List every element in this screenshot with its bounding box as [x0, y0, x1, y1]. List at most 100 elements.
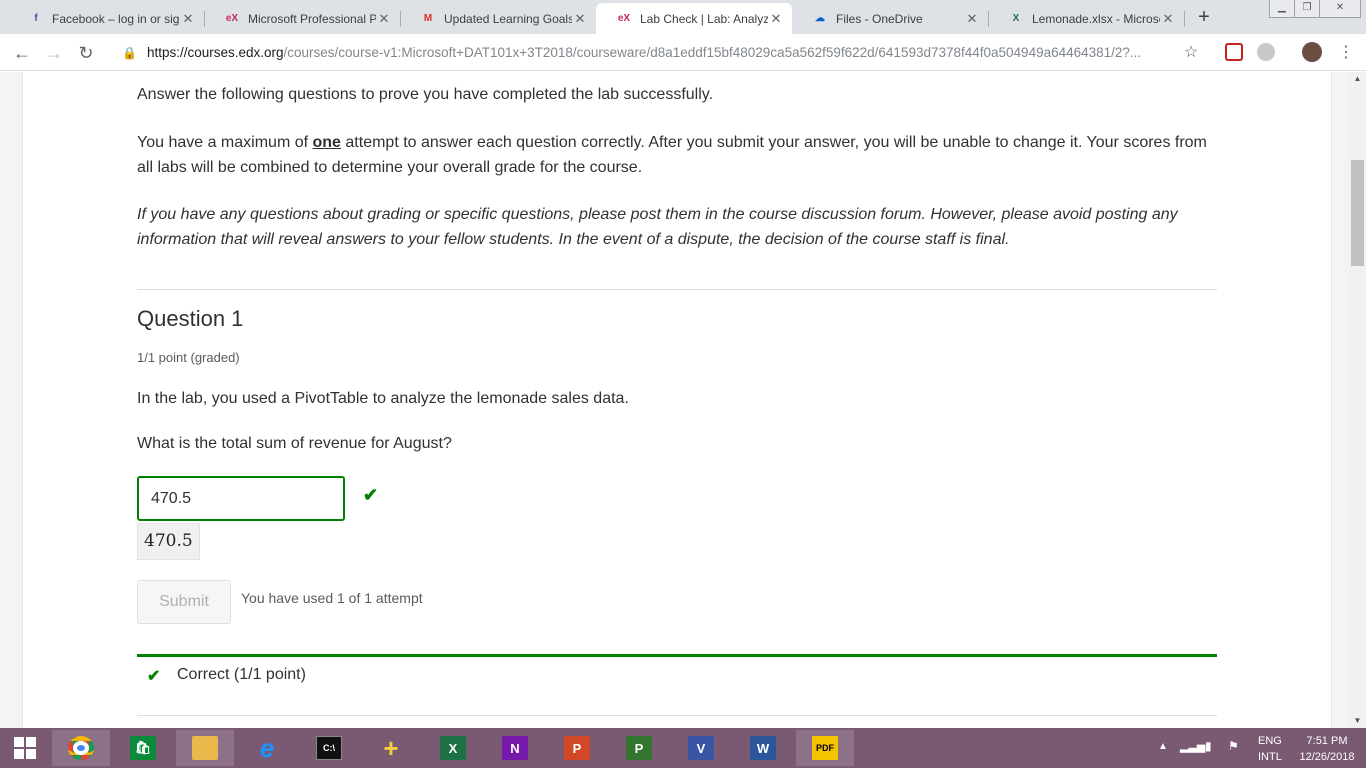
question-prompt: In the lab, you used a PivotTable to ana…: [137, 390, 629, 407]
store-icon[interactable]: 🛍: [114, 730, 172, 766]
health-app-icon[interactable]: +: [362, 730, 420, 766]
excel-icon: X: [1012, 13, 1020, 24]
submit-button[interactable]: Submit: [137, 580, 231, 624]
powerpoint-app-icon[interactable]: P: [548, 730, 606, 766]
question-points: 1/1 point (graded): [137, 350, 240, 365]
onenote-app-tile: N: [502, 736, 528, 760]
excel-app-icon[interactable]: X: [424, 730, 482, 766]
health-app-tile: +: [383, 732, 399, 763]
chrome-tile: [68, 736, 94, 760]
browser-tab[interactable]: eX Lab Check | Lab: Analyzin ✕: [596, 3, 792, 34]
pocket-extension-icon[interactable]: [1225, 43, 1243, 61]
attempts-paragraph: You have a maximum of one attempt to ans…: [137, 130, 1217, 180]
facebook-icon: f: [34, 13, 38, 24]
tab-title: Lab Check | Lab: Analyzin: [640, 11, 768, 26]
edx-icon: eX: [617, 13, 631, 24]
tab-close-icon[interactable]: ✕: [768, 11, 784, 27]
word-app-icon[interactable]: W: [734, 730, 792, 766]
tab-title: Lemonade.xlsx - Microso: [1032, 11, 1160, 26]
extension-icon[interactable]: [1257, 43, 1275, 61]
browser-tab[interactable]: eX Microsoft Professional Pr ✕: [204, 3, 401, 34]
forward-icon[interactable]: →: [42, 41, 66, 65]
question-title: Question 1: [137, 306, 244, 331]
page-scrollbar[interactable]: ▲ ▼: [1349, 72, 1366, 728]
minimize-button[interactable]: ▁: [1269, 0, 1295, 18]
tab-close-icon[interactable]: ✕: [180, 11, 196, 27]
windows-start-icon[interactable]: [0, 730, 50, 766]
tab-close-icon[interactable]: ✕: [1160, 11, 1176, 27]
tab-title: Microsoft Professional Pr: [248, 11, 376, 26]
lock-icon: 🔒: [122, 45, 137, 60]
new-tab-button[interactable]: +: [1192, 6, 1216, 28]
store-tile: 🛍: [130, 736, 156, 760]
internet-explorer-icon[interactable]: e: [238, 730, 296, 766]
attempts-used: You have used 1 of 1 attempt: [241, 590, 423, 606]
clock-time: 7:51 PM: [1306, 735, 1348, 747]
tab-close-icon[interactable]: ✕: [572, 11, 588, 27]
course-content: Answer the following questions to prove …: [22, 72, 1332, 728]
profile-avatar[interactable]: [1302, 42, 1322, 62]
section-divider: [137, 289, 1217, 290]
menu-icon[interactable]: ⋮: [1334, 41, 1358, 65]
page-viewport: Answer the following questions to prove …: [0, 72, 1366, 728]
tab-close-icon[interactable]: ✕: [964, 11, 980, 27]
tab-title: Files - OneDrive: [836, 11, 923, 26]
browser-tab[interactable]: ☁ Files - OneDrive ✕: [792, 3, 989, 34]
windows-taskbar: 🛍 e C:\ + X N P P V W PDF ▲ ▂▃▅ ▮ ⚑ ENG INTL 7:51 P…: [0, 728, 1366, 768]
scroll-down-arrow-icon[interactable]: ▼: [1349, 714, 1366, 728]
browser-tab[interactable]: M Updated Learning Goals ✕: [400, 3, 596, 34]
answer-preview: 470.5: [137, 523, 200, 560]
tab-separator: [1184, 11, 1185, 27]
correct-check-icon: ✔: [363, 485, 379, 505]
edx-icon: eX: [225, 13, 239, 24]
scroll-up-arrow-icon[interactable]: ▲: [1349, 72, 1366, 86]
command-prompt-tile: C:\: [316, 736, 342, 760]
visio-app-icon[interactable]: V: [672, 730, 730, 766]
action-flag-icon[interactable]: ⚑: [1228, 739, 1239, 779]
browser-toolbar: ← → ↻ 🔒 https://courses.edx.org/courses/…: [0, 34, 1366, 71]
browser-tab[interactable]: X Lemonade.xlsx - Microso ✕: [988, 3, 1185, 34]
onenote-app-icon[interactable]: N: [486, 730, 544, 766]
network-icon[interactable]: ▂▃▅: [1180, 740, 1205, 780]
pdf-app-tile: PDF: [812, 736, 838, 760]
address-bar[interactable]: 🔒 https://courses.edx.org/courses/course…: [110, 38, 1210, 67]
chrome-icon[interactable]: [52, 730, 110, 766]
browser-tab[interactable]: f Facebook – log in or sign ✕: [8, 3, 205, 34]
tab-close-icon[interactable]: ✕: [376, 11, 392, 27]
clock-date: 12/26/2018: [1299, 751, 1355, 763]
correct-status-bar: [137, 654, 1217, 657]
command-prompt-icon[interactable]: C:\: [300, 730, 358, 766]
url-host: https://courses.edx.org: [146, 45, 284, 60]
gmail-icon: M: [423, 13, 433, 24]
scrollbar-thumb[interactable]: [1351, 160, 1364, 266]
language-line-2: INTL: [1258, 751, 1282, 763]
language-indicator[interactable]: ENG INTL: [1258, 733, 1282, 773]
visio-app-tile: V: [688, 736, 714, 760]
pdf-app-icon[interactable]: PDF: [796, 730, 854, 766]
tab-title: Updated Learning Goals: [444, 11, 572, 26]
restore-button[interactable]: ❐: [1294, 0, 1320, 18]
reload-icon[interactable]: ↻: [74, 41, 98, 65]
excel-app-tile: X: [440, 736, 466, 760]
project-app-icon[interactable]: P: [610, 730, 668, 766]
bookmark-star-icon[interactable]: ☆: [1179, 41, 1203, 65]
url-path: /courses/course-v1:Microsoft+DAT101x+3T2…: [283, 45, 1142, 60]
internet-explorer-tile: e: [259, 732, 275, 763]
bottom-divider: [137, 715, 1217, 716]
correct-status-text: Correct (1/1 point): [177, 666, 306, 683]
tray-overflow-icon[interactable]: ▲: [1158, 741, 1168, 781]
answer-input[interactable]: [137, 476, 345, 521]
attempts-emphasis: one: [312, 134, 341, 151]
back-icon[interactable]: ←: [10, 41, 34, 65]
grading-note: If you have any questions about grading …: [137, 206, 1178, 248]
language-line-1: ENG: [1258, 735, 1282, 747]
battery-icon[interactable]: ▮: [1205, 739, 1212, 779]
intro-text: Answer the following questions to prove …: [137, 86, 714, 103]
clock[interactable]: 7:51 PM 12/26/2018: [1296, 733, 1358, 773]
attempts-para-before: You have a maximum of: [137, 134, 313, 151]
file-explorer-tile: [192, 736, 218, 760]
project-app-tile: P: [626, 736, 652, 760]
file-explorer-icon[interactable]: [176, 730, 234, 766]
word-app-tile: W: [750, 736, 776, 760]
close-window-button[interactable]: ✕: [1319, 0, 1361, 18]
